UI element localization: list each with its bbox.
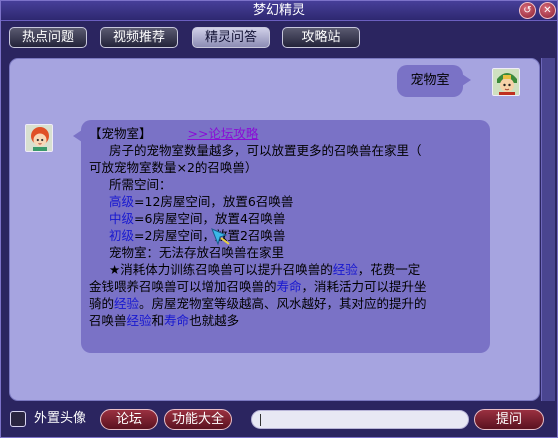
keyword-lifespan: 寿命 <box>164 313 190 328</box>
features-button[interactable]: 功能大全 <box>164 409 232 430</box>
level-name: 高级 <box>109 194 135 209</box>
user-avatar <box>492 68 520 96</box>
tip-text: 金钱喂养召唤兽可以增加召唤兽的 <box>89 279 277 294</box>
keyword-experience: 经验 <box>332 262 358 277</box>
tip-line: 召唤兽经验和寿命也就越多 <box>89 312 482 329</box>
answer-heading-line: 【宠物室】 >>论坛攻略 <box>89 125 482 142</box>
tab-sprite-qa[interactable]: 精灵问答 <box>192 27 270 48</box>
answer-bubble: 【宠物室】 >>论坛攻略 房子的宠物室数量越多，可以放置更多的召唤兽在家里（ 可… <box>73 120 490 353</box>
external-avatar-label: 外置头像 <box>34 411 87 426</box>
tip-text: 召唤兽 <box>89 313 127 328</box>
level-detail: =6房屋空间，放置4召唤兽 <box>134 211 286 226</box>
question-input[interactable] <box>251 410 469 429</box>
tip-line: 骑的经验。房屋宠物室等级越高、风水越好，其对应的提升的 <box>89 295 482 312</box>
answer-heading: 【宠物室】 <box>89 126 152 141</box>
level-row: 高级=12房屋空间，放置6召唤兽 <box>89 193 482 210</box>
tip-line: ★消耗体力训练召唤兽可以提升召唤兽的经验，花费一定 <box>89 261 482 278</box>
tip-text: ，消耗活力可以提升坐 <box>301 279 427 294</box>
tab-hot-questions[interactable]: 热点问题 <box>9 27 87 48</box>
chat-scrollbar[interactable] <box>541 58 555 401</box>
restore-icon[interactable]: ↺ <box>519 2 536 19</box>
no-room-text: 宠物室：无法存放召唤兽在家里 <box>109 245 285 260</box>
window-title: 梦幻精灵 <box>252 3 305 18</box>
close-icon[interactable]: ✕ <box>539 2 556 19</box>
level-row: 中级=6房屋空间，放置4召唤兽 <box>89 210 482 227</box>
bottom-bar: 外置头像 论坛 功能大全 提问 <box>1 406 557 437</box>
external-avatar-checkbox[interactable] <box>10 411 26 427</box>
sprite-portrait-icon <box>26 125 52 151</box>
tip-line: 金钱喂养召唤兽可以增加召唤兽的寿命，消耗活力可以提升坐 <box>89 278 482 295</box>
tip-text: ★消耗体力训练召唤兽可以提升召唤兽的 <box>109 262 333 277</box>
chat-panel: 宠物室 【宠物室】 >>论坛攻略 房子的宠物室数量越多，可以放置更多的召唤兽在家… <box>9 58 540 401</box>
tip-text: 骑的 <box>89 296 115 311</box>
player-portrait-icon <box>493 69 519 95</box>
keyword-experience: 经验 <box>126 313 152 328</box>
level-name: 初级 <box>109 228 135 243</box>
tab-video-recommend[interactable]: 视频推荐 <box>100 27 178 48</box>
forum-button[interactable]: 论坛 <box>100 409 158 430</box>
tab-guide-station[interactable]: 攻略站 <box>282 27 360 48</box>
ask-button[interactable]: 提问 <box>474 409 544 430</box>
tip-text: 也就越多 <box>189 313 240 328</box>
sprite-window: 梦幻精灵 ↺ ✕ 热点问题 视频推荐 精灵问答 攻略站 宠物室 【宠物室】 >>… <box>0 0 558 438</box>
space-label: 所需空间： <box>109 177 172 192</box>
game-cursor-icon <box>211 228 230 246</box>
text-caret <box>260 414 261 426</box>
user-message-bubble: 宠物室 <box>397 65 471 97</box>
sprite-avatar <box>25 124 53 152</box>
level-name: 中级 <box>109 211 135 226</box>
forum-guide-link[interactable]: >>论坛攻略 <box>187 126 258 141</box>
level-detail: =12房屋空间，放置6召唤兽 <box>134 194 294 209</box>
answer-text: 可放宠物室数量×2的召唤兽） <box>89 160 258 175</box>
answer-text: 房子的宠物室数量越多，可以放置更多的召唤兽在家里（ <box>109 143 422 158</box>
keyword-experience: 经验 <box>114 296 140 311</box>
keyword-lifespan: 寿命 <box>276 279 302 294</box>
tip-text: 和 <box>151 313 165 328</box>
tip-text: 。房屋宠物室等级越高、风水越好，其对应的提升的 <box>139 296 427 311</box>
title-bar[interactable]: 梦幻精灵 ↺ ✕ <box>1 1 557 21</box>
tip-text: ，花费一定 <box>357 262 421 277</box>
level-row: 初级=2房屋空间，放置2召唤兽 <box>89 227 482 244</box>
